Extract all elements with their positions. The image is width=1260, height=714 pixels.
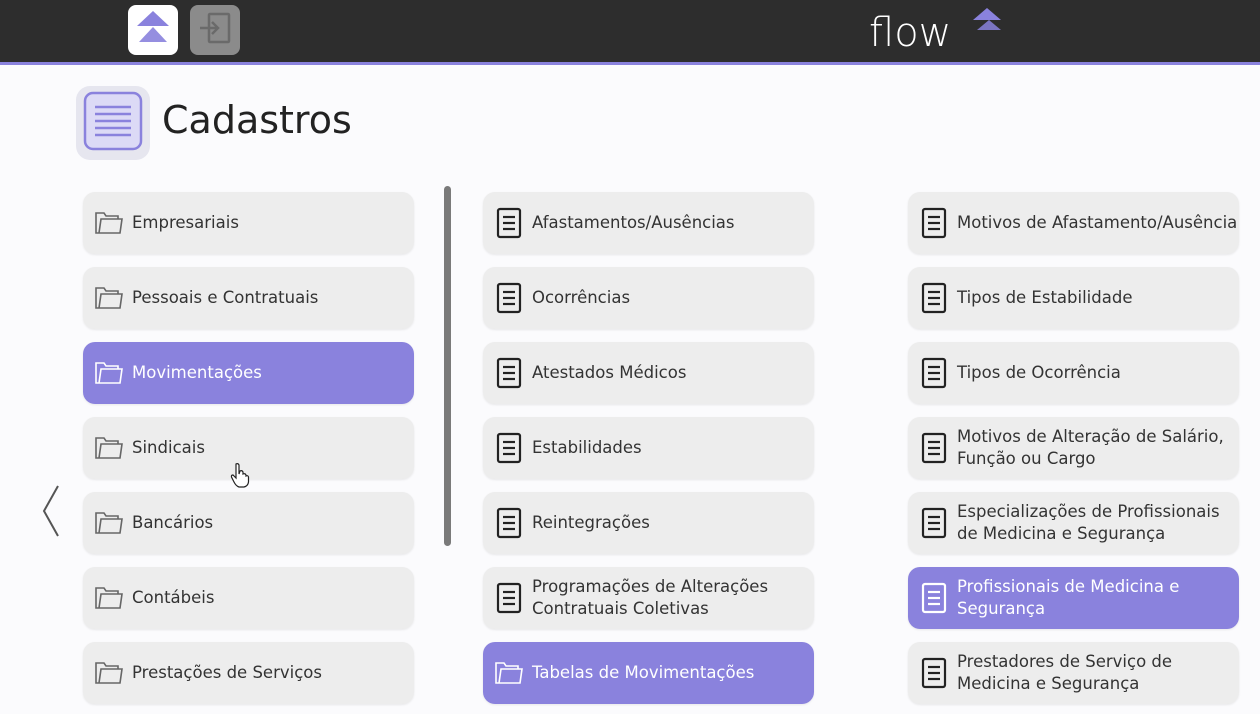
menu-item[interactable]: Programações de Alterações Contratuais C… bbox=[483, 567, 814, 629]
menu-item-label: Contábeis bbox=[132, 588, 215, 607]
menu-item-label: Motivos de Alteração de Salário, Função … bbox=[957, 427, 1224, 468]
menu-item[interactable]: Motivos de Alteração de Salário, Função … bbox=[908, 417, 1239, 479]
menu-item-label: Tipos de Ocorrência bbox=[957, 363, 1121, 382]
logout-button[interactable] bbox=[190, 5, 240, 55]
chevron-left-icon bbox=[40, 485, 62, 542]
menu-item[interactable]: Atestados Médicos bbox=[483, 342, 814, 404]
menu-item[interactable]: Prestadores de Serviço de Medicina e Seg… bbox=[908, 642, 1239, 704]
menu-item[interactable]: Estabilidades bbox=[483, 417, 814, 479]
menu-item-label: Estabilidades bbox=[532, 438, 642, 457]
menu-item-label: Sindicais bbox=[132, 438, 205, 457]
top-bar: flow bbox=[0, 0, 1260, 65]
document-icon bbox=[918, 282, 950, 314]
page-title: Cadastros bbox=[162, 98, 352, 142]
sign-in-icon bbox=[197, 10, 233, 50]
menu-item-label: Prestadores de Serviço de Medicina e Seg… bbox=[957, 652, 1173, 693]
menu-item[interactable]: Movimentações bbox=[83, 342, 414, 404]
flow-logo-icon bbox=[133, 9, 173, 51]
folder-icon bbox=[93, 582, 125, 614]
folder-icon bbox=[93, 357, 125, 389]
menu-item[interactable]: Ocorrências bbox=[483, 267, 814, 329]
folder-icon bbox=[93, 282, 125, 314]
menu-item-label: Atestados Médicos bbox=[532, 363, 687, 382]
menu-item-label: Empresariais bbox=[132, 213, 239, 232]
document-icon bbox=[493, 507, 525, 539]
menu-item-label: Ocorrências bbox=[532, 288, 631, 307]
scroll-divider[interactable] bbox=[444, 186, 451, 546]
folder-icon bbox=[93, 432, 125, 464]
document-icon bbox=[918, 207, 950, 239]
brand-name: flow bbox=[869, 10, 952, 56]
menu-item-label: Tabelas de Movimentações bbox=[532, 663, 755, 682]
menu-item[interactable]: Motivos de Afastamento/Ausência bbox=[908, 192, 1239, 254]
menu-item[interactable]: Afastamentos/Ausências bbox=[483, 192, 814, 254]
document-icon bbox=[918, 507, 950, 539]
menu-item-label: Bancários bbox=[132, 513, 214, 532]
brand-logo: flow bbox=[869, 6, 1009, 56]
menu-item[interactable]: Profissionais de Medicina e Segurança bbox=[908, 567, 1239, 629]
menu-item-label: Pessoais e Contratuais bbox=[132, 288, 319, 307]
menu-item-label: Reintegrações bbox=[532, 513, 650, 532]
menu-item-label: Especializações de Profissionais de Medi… bbox=[957, 502, 1220, 543]
document-icon bbox=[493, 432, 525, 464]
menu-item[interactable]: Pessoais e Contratuais bbox=[83, 267, 414, 329]
document-icon bbox=[493, 357, 525, 389]
menu-item[interactable]: Contábeis bbox=[83, 567, 414, 629]
menu-item-label: Afastamentos/Ausências bbox=[532, 213, 735, 232]
folder-icon bbox=[493, 657, 525, 689]
document-icon bbox=[918, 432, 950, 464]
menu-item[interactable]: Tipos de Estabilidade bbox=[908, 267, 1239, 329]
menu-item[interactable]: Reintegrações bbox=[483, 492, 814, 554]
document-icon bbox=[918, 357, 950, 389]
folder-icon bbox=[93, 657, 125, 689]
back-button[interactable] bbox=[40, 484, 62, 538]
document-list-icon bbox=[82, 90, 144, 156]
menu-item-label: Profissionais de Medicina e Segurança bbox=[957, 577, 1180, 618]
folder-icon bbox=[93, 507, 125, 539]
menu-item-label: Prestações de Serviços bbox=[132, 663, 322, 682]
document-icon bbox=[493, 582, 525, 614]
document-icon bbox=[493, 282, 525, 314]
menu-item-label: Motivos de Afastamento/Ausência bbox=[957, 213, 1238, 232]
home-button[interactable] bbox=[128, 5, 178, 55]
menu-item[interactable]: Tipos de Ocorrência bbox=[908, 342, 1239, 404]
menu-item-label: Movimentações bbox=[132, 363, 262, 382]
menu-item-label: Tipos de Estabilidade bbox=[957, 288, 1133, 307]
brand-mark-icon bbox=[971, 8, 1007, 38]
document-icon bbox=[918, 582, 950, 614]
menu-item[interactable]: Prestações de Serviços bbox=[83, 642, 414, 704]
menu-item[interactable]: Especializações de Profissionais de Medi… bbox=[908, 492, 1239, 554]
document-icon bbox=[493, 207, 525, 239]
folder-icon bbox=[93, 207, 125, 239]
document-icon bbox=[918, 657, 950, 689]
menu-item[interactable]: Bancários bbox=[83, 492, 414, 554]
menu-item[interactable]: Empresariais bbox=[83, 192, 414, 254]
hand-cursor-icon bbox=[230, 462, 250, 492]
menu-item-label: Programações de Alterações Contratuais C… bbox=[532, 577, 769, 618]
menu-item[interactable]: Tabelas de Movimentações bbox=[483, 642, 814, 704]
page-icon bbox=[76, 86, 150, 160]
